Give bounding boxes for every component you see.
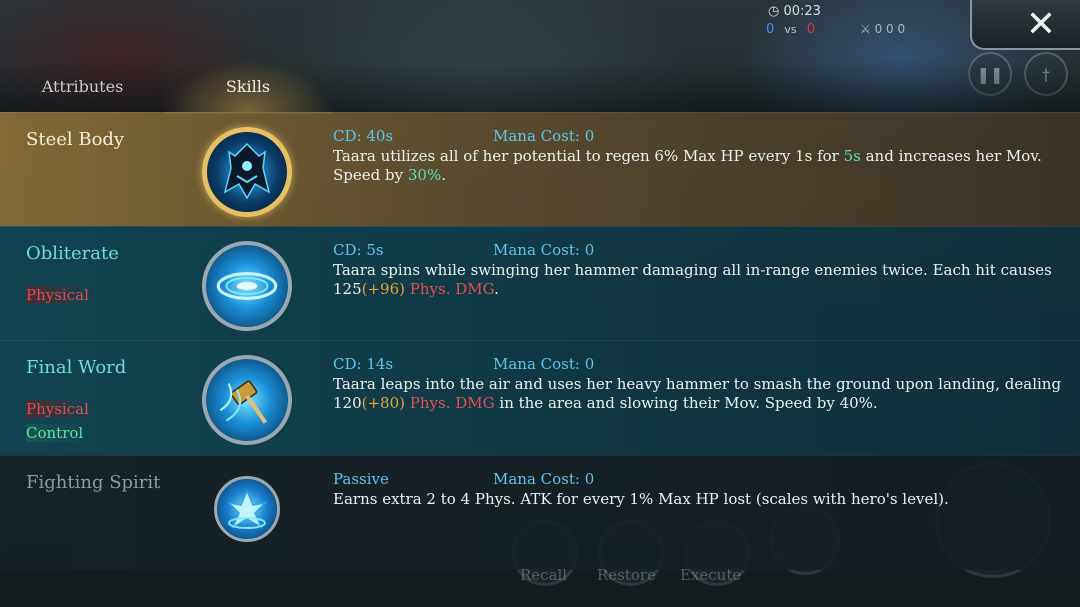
skill-tag-control: Control (26, 424, 88, 442)
team-score: 0 vs 0 (766, 22, 815, 37)
spin-vortex-icon (202, 241, 292, 331)
hammer-smash-icon (202, 355, 292, 445)
skill-row-steel-body[interactable]: Steel Body CD: 40s Mana Cost: 0 Taara ut… (0, 112, 1080, 227)
skill-cooldown: CD: 14s (333, 355, 394, 373)
restore-label: Restore (597, 566, 656, 584)
skill-info: Passive Mana Cost: 0 Earns extra 2 to 4 … (333, 470, 1063, 509)
vs-label: vs (784, 23, 797, 36)
skill-description: Taara spins while swinging her hammer da… (333, 261, 1052, 298)
skill-description: Taara leaps into the air and uses her he… (333, 375, 1062, 412)
skill-info: CD: 40s Mana Cost: 0 Taara utilizes all … (333, 127, 1063, 185)
armored-hero-icon (202, 127, 292, 217)
clock-icon: ◷ (768, 4, 780, 19)
skill-info: CD: 14s Mana Cost: 0 Taara leaps into th… (333, 355, 1063, 413)
kda-stats: ⚔ 0 0 0 (860, 22, 906, 36)
skill-row-final-word[interactable]: Final Word Physical Control CD: 14s Mana… (0, 340, 1080, 455)
skill-cooldown: CD: 5s (333, 241, 384, 259)
skill-name: Steel Body (26, 129, 125, 150)
tab-skills[interactable]: Skills (165, 60, 331, 114)
skill-mana-cost: Mana Cost: 0 (493, 241, 595, 259)
skill-row-obliterate[interactable]: Obliterate Physical CD: 5s Mana Cost: 0 … (0, 226, 1080, 340)
skill-row-fighting-spirit[interactable]: Fighting Spirit Passive Mana Cost: 0 Ear… (0, 455, 1080, 570)
skill-mana-cost: Mana Cost: 0 (493, 470, 595, 488)
skill-mana-cost: Mana Cost: 0 (493, 355, 595, 373)
skill-name: Obliterate (26, 243, 119, 264)
skill-cooldown: CD: 40s (333, 127, 394, 145)
crystal-burst-icon (214, 476, 280, 542)
skill-mana-cost: Mana Cost: 0 (493, 127, 595, 145)
red-score: 0 (806, 22, 816, 37)
skill-name: Final Word (26, 357, 127, 378)
close-icon: ✕ (1025, 3, 1057, 45)
match-timer: ◷ 00:23 (768, 4, 821, 19)
tab-attributes[interactable]: Attributes (0, 60, 165, 112)
skill-passive-label: Passive (333, 470, 389, 488)
execute-label: Execute (680, 566, 742, 584)
blue-score: 0 (766, 22, 775, 37)
skill-info: CD: 5s Mana Cost: 0 Taara spins while sw… (333, 241, 1063, 299)
skill-tag-physical: Physical (26, 400, 93, 418)
recall-label: Recall (520, 566, 568, 584)
skill-tag-physical: Physical (26, 286, 93, 304)
swords-icon: ⚔ (860, 22, 871, 36)
close-button[interactable]: ✕ (970, 0, 1080, 50)
skill-description: Taara utilizes all of her potential to r… (333, 147, 1042, 184)
tab-bar: Attributes Skills (0, 60, 1080, 114)
skill-description: Earns extra 2 to 4 Phys. ATK for every 1… (333, 490, 949, 508)
skill-name: Fighting Spirit (26, 472, 161, 493)
